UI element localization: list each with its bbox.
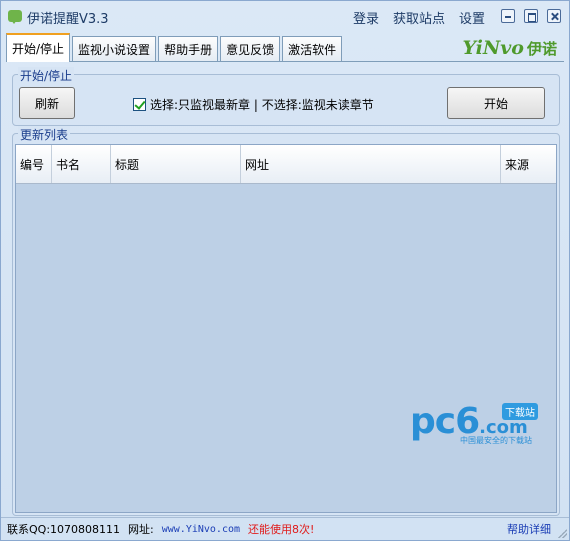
maximize-icon[interactable] (524, 9, 538, 23)
tab-help-manual[interactable]: 帮助手册 (158, 36, 219, 62)
minimize-icon[interactable] (501, 9, 515, 23)
settings-link[interactable]: 设置 (459, 8, 485, 27)
latest-chapter-option: 选择:只监视最新章 | 不选择:监视未读章节 (133, 96, 374, 113)
tab-start-stop[interactable]: 开始/停止 (6, 33, 71, 62)
start-stop-group: 开始/停止 刷新 选择:只监视最新章 | 不选择:监视未读章节 开始 (12, 67, 560, 126)
site-link[interactable]: www.YiNvo.com (162, 524, 240, 535)
pc6-watermark: pc6.com 下载站 中国最安全的下载站 (410, 401, 538, 445)
trial-remaining: 还能使用8次! (248, 523, 315, 536)
window-controls (501, 9, 561, 23)
update-list-group: 更新列表 编号 书名 标题 网址 来源 (12, 126, 560, 516)
logo-chinese: 伊诺 (526, 40, 557, 58)
column-header-url[interactable]: 网址 (241, 145, 501, 183)
get-sites-link[interactable]: 获取站点 (393, 8, 445, 27)
start-button[interactable]: 开始 (447, 87, 545, 119)
site-label: 网址: (128, 523, 154, 536)
refresh-button[interactable]: 刷新 (19, 87, 75, 119)
watermark-badge: 下载站 (502, 403, 538, 420)
start-stop-group-title: 开始/停止 (18, 67, 75, 84)
column-header-source[interactable]: 来源 (501, 145, 556, 183)
status-bar: 联系QQ:1070808111 网址: www.YiNvo.com 还能使用8次… (1, 517, 569, 540)
app-window: 伊诺提醒V3.3 登录 获取站点 设置 开始/停止 监视小说设置 帮助手册 意见… (0, 0, 570, 541)
resize-grip-icon[interactable] (557, 528, 567, 538)
column-header-title[interactable]: 标题 (111, 145, 241, 183)
tab-bar: 开始/停止 监视小说设置 帮助手册 意见反馈 激活软件 (6, 33, 344, 62)
logo-latin: YiNvo (462, 37, 524, 59)
close-icon[interactable] (547, 9, 561, 23)
top-links: 登录 获取站点 设置 (353, 8, 485, 27)
window-title: 伊诺提醒V3.3 (27, 12, 109, 27)
tab-panel-border (6, 61, 564, 62)
update-list-title: 更新列表 (18, 126, 71, 143)
tab-monitor-settings[interactable]: 监视小说设置 (72, 36, 157, 62)
column-header-book[interactable]: 书名 (52, 145, 111, 183)
list-header: 编号 书名 标题 网址 来源 (16, 145, 556, 184)
help-details-link[interactable]: 帮助详细 (507, 521, 551, 537)
contact-qq: 联系QQ:1070808111 (7, 523, 121, 536)
tab-feedback[interactable]: 意见反馈 (220, 36, 281, 62)
yinvo-logo: YiNvo 伊诺 (462, 37, 557, 59)
watermark-tagline: 中国最安全的下载站 (460, 436, 532, 445)
update-list-view[interactable]: 编号 书名 标题 网址 来源 (15, 144, 557, 513)
app-icon (8, 10, 22, 24)
title-bar: 伊诺提醒V3.3 登录 获取站点 设置 (1, 1, 569, 31)
latest-chapter-checkbox[interactable] (133, 98, 146, 111)
latest-chapter-label: 选择:只监视最新章 | 不选择:监视未读章节 (150, 98, 374, 112)
login-link[interactable]: 登录 (353, 8, 379, 27)
column-header-number[interactable]: 编号 (16, 145, 52, 183)
tab-activate[interactable]: 激活软件 (282, 36, 343, 62)
